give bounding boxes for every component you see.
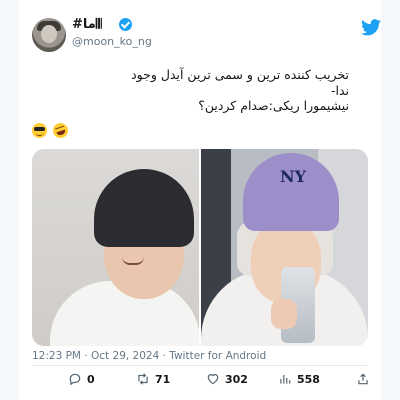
retweet-count: 71: [155, 372, 171, 386]
heart-icon: [207, 374, 219, 385]
user-handle[interactable]: @moon_ko_ng: [72, 35, 152, 48]
meta-separator-2: ·: [159, 350, 170, 362]
rofl-emoji-icon: [51, 121, 71, 140]
tweet-line-1: تخریب کننده ترین و سمی ترین آیدل وجود: [131, 67, 349, 82]
views-button[interactable]: 558: [278, 370, 320, 388]
like-count: 302: [225, 372, 248, 386]
tweet-line-3: نیشیمورا ریکی:صدام کردین؟: [198, 98, 349, 113]
verified-badge-icon: [119, 18, 132, 31]
purple-beanie: [243, 153, 339, 231]
black-beanie: [94, 169, 194, 247]
twitter-bird-icon[interactable]: [361, 19, 381, 36]
share-icon: [358, 373, 368, 385]
reply-button[interactable]: 0: [68, 370, 95, 388]
hand: [271, 299, 297, 329]
media-grid[interactable]: NY: [32, 149, 368, 346]
tweet-time[interactable]: 12:23 PM: [32, 350, 81, 362]
tweet-meta: 12:23 PM · Oct 29, 2024 · Twitter for An…: [32, 350, 266, 362]
tweet-date[interactable]: Oct 29, 2024: [91, 350, 159, 362]
photo-left[interactable]: [32, 149, 199, 346]
share-button[interactable]: [356, 370, 375, 388]
tweet-card: #ﻣﺎ𝄃𝄃 @moon_ko_ng تخریب کننده ترین و سمی…: [19, 0, 381, 400]
retweet-icon: [138, 373, 148, 385]
tweet-text: تخریب کننده ترین و سمی ترین آیدل وجود ند…: [49, 67, 349, 114]
avatar[interactable]: [32, 18, 66, 52]
photo-right[interactable]: NY: [201, 149, 368, 346]
views-icon: [280, 374, 291, 384]
action-bar: 0 71 302 558: [32, 370, 368, 388]
divider: [32, 365, 368, 366]
display-name[interactable]: #ﻣﺎ𝄃𝄃: [72, 17, 102, 33]
tweet-source[interactable]: Twitter for Android: [169, 350, 266, 362]
reply-icon: [69, 373, 81, 386]
like-button[interactable]: 302: [206, 370, 248, 388]
avatar-face: [41, 25, 57, 43]
retweet-button[interactable]: 71: [136, 370, 170, 388]
meta-separator-1: ·: [81, 350, 92, 362]
reply-count: 0: [87, 372, 95, 386]
cap-logo: NY: [279, 167, 307, 186]
sunglasses-emoji-icon: [32, 123, 47, 138]
tweet-line-2: ندا-: [330, 82, 349, 98]
emoji-line: [32, 121, 71, 141]
views-count: 558: [297, 372, 320, 386]
